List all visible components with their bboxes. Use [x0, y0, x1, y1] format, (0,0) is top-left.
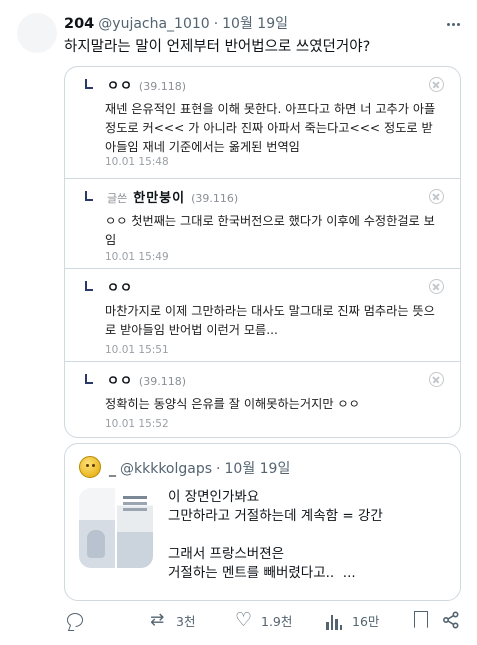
share-icon — [442, 611, 460, 629]
comment-text: 재넨 은유적인 표현을 이해 못한다. 아프다고 하면 너 고추가 아플 정도로… — [105, 102, 436, 154]
post-header: 204 @yujacha_1010 · 10월 19일 — [64, 13, 437, 33]
view-count: 16만 — [352, 614, 380, 629]
comment-item: ㅇㅇ (39.118) 정확히는 동양식 은유를 잘 이해못하는거지만 ㅇㅇ 1… — [65, 361, 460, 437]
quote-text: 이 장면인가봐요 그만하라고 거절하는데 계속함 = 강간 그래서 프랑스버젼은… — [168, 489, 383, 581]
comment-time: 10.01 15:51 — [105, 344, 169, 356]
retweet-button[interactable]: 3천 — [150, 610, 196, 630]
comment-text: 정확히는 동양식 은유를 잘 이해못하는거지만 ㅇㅇ — [105, 397, 360, 411]
comment-text: 마찬가지로 이제 그만하라는 대사도 말그대로 진짜 멈추라는 뜻으로 받아들임… — [105, 304, 435, 337]
like-button[interactable]: 1.9천 — [235, 609, 293, 631]
retweet-count: 3천 — [176, 614, 196, 629]
media-image — [117, 488, 153, 568]
comment-author: 한만붕이 — [133, 191, 186, 206]
comment-ip: (39.118) — [138, 80, 186, 93]
comment-ip: (39.118) — [138, 375, 186, 388]
comment-author: ㅇㅇ — [107, 281, 133, 296]
comment-author-tag: 글쓴 — [107, 192, 128, 205]
reply-arrow-icon — [85, 374, 93, 384]
quote-author-handle: @kkkkolgaps — [120, 461, 213, 477]
quote-date: 10월 19일 — [224, 461, 291, 477]
quote-tweet-card[interactable]: _ @kkkkolgaps · 10월 19일 이 장면인가봐요 그만하라고 거… — [64, 443, 461, 601]
quote-media-thumbnail[interactable] — [79, 488, 153, 568]
views-icon — [326, 612, 344, 630]
comment-item: ㅇㅇ (39.118) 재넨 은유적인 표현을 이해 못한다. 아프다고 하면 … — [65, 67, 460, 178]
quoted-comment-screenshot[interactable]: ㅇㅇ (39.118) 재넨 은유적인 표현을 이해 못한다. 아프다고 하면 … — [64, 66, 461, 438]
comment-time: 10.01 15:49 — [105, 251, 169, 263]
views-button[interactable]: 16만 — [326, 611, 379, 630]
post-date[interactable]: 10월 19일 — [222, 13, 288, 33]
quote-author-avatar — [79, 456, 101, 478]
reply-arrow-icon — [85, 281, 93, 291]
comment-item: ㅇㅇ 마찬가지로 이제 그만하라는 대사도 말그대로 진짜 멈추라는 뜻으로 받… — [65, 268, 460, 361]
comment-time: 10.01 15:48 — [105, 156, 169, 168]
close-icon — [429, 189, 444, 204]
more-icon[interactable] — [443, 14, 463, 34]
reply-icon — [67, 613, 83, 627]
comment-author: ㅇㅇ — [107, 79, 133, 94]
comment-text: ㅇㅇ 첫번째는 그대로 한국버전으로 했다가 이후에 수정한걸로 보임 — [105, 214, 435, 247]
quote-author-name: _ — [109, 461, 116, 477]
heart-icon — [235, 609, 253, 631]
close-icon — [429, 77, 444, 92]
reply-arrow-icon — [85, 191, 93, 201]
bookmark-icon — [414, 611, 428, 628]
header-separator: · — [213, 16, 219, 32]
quote-separator: · — [216, 461, 221, 477]
comment-author: ㅇㅇ — [107, 374, 133, 389]
retweet-icon — [150, 610, 168, 630]
reply-arrow-icon — [85, 79, 93, 89]
reply-button[interactable] — [67, 611, 91, 627]
author-display-name[interactable]: 204 — [64, 16, 94, 32]
author-avatar[interactable] — [17, 13, 57, 53]
close-icon — [429, 372, 444, 387]
bookmark-button[interactable] — [414, 611, 428, 628]
author-handle[interactable]: @yujacha_1010 — [98, 16, 209, 32]
share-button[interactable] — [442, 611, 460, 629]
post-text: 하지말라는 말이 언제부터 반어법으로 쓰였던거야? — [64, 39, 371, 55]
comment-ip: (39.116) — [191, 192, 239, 205]
media-image — [79, 488, 115, 568]
action-bar: 3천 1.9천 16만 — [64, 609, 463, 633]
comment-time: 10.01 15:52 — [105, 418, 169, 430]
comment-item: 글쓴 한만붕이 (39.116) ㅇㅇ 첫번째는 그대로 한국버전으로 했다가 … — [65, 178, 460, 268]
close-icon — [429, 279, 444, 294]
like-count: 1.9천 — [261, 614, 293, 629]
